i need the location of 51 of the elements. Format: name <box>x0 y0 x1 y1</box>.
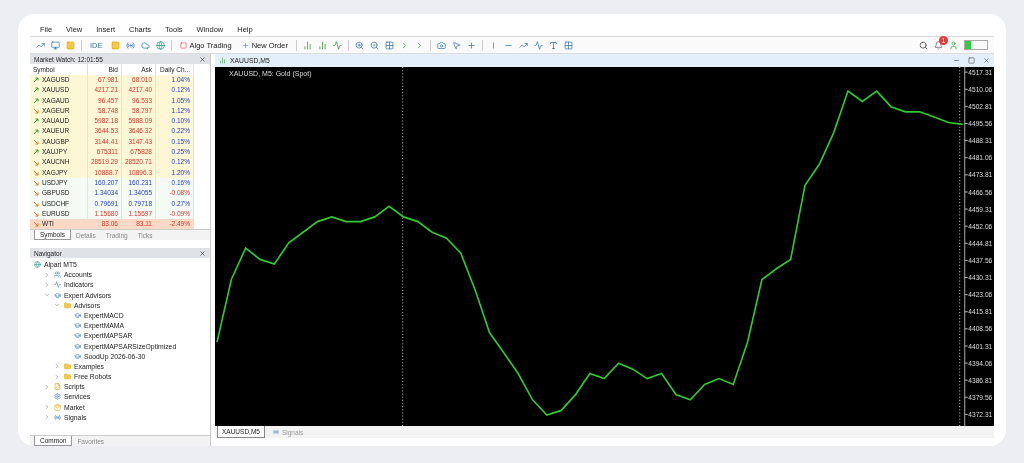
graduation-cap-icon <box>74 352 81 360</box>
file-icon <box>54 383 61 391</box>
graduation-cap-icon <box>74 312 81 319</box>
gear-icon <box>54 393 61 401</box>
close-icon[interactable] <box>199 55 206 63</box>
search-icon[interactable] <box>919 40 928 50</box>
bar-chart-icon[interactable] <box>302 40 312 50</box>
globe-icon[interactable] <box>155 40 165 50</box>
line-chart-icon[interactable] <box>36 40 45 50</box>
users-icon <box>54 271 61 279</box>
text-icon[interactable] <box>548 40 558 50</box>
minimize-icon[interactable] <box>953 57 960 64</box>
expand-icon[interactable] <box>44 404 51 411</box>
close-icon[interactable] <box>983 57 990 64</box>
cursor-icon[interactable] <box>451 40 461 50</box>
collapse-icon[interactable] <box>54 302 61 309</box>
signal-icon[interactable] <box>125 40 135 50</box>
maximize-icon[interactable] <box>968 57 975 64</box>
signal-icon <box>54 413 61 421</box>
graduation-cap-icon <box>74 322 81 330</box>
folder-icon <box>64 362 71 370</box>
bell-icon[interactable] <box>934 40 943 50</box>
monitor-icon[interactable] <box>51 40 60 50</box>
zoom-in-icon[interactable] <box>354 40 364 50</box>
expand-icon[interactable] <box>54 373 61 380</box>
graduation-cap-icon <box>54 291 61 299</box>
user-icon[interactable] <box>949 40 958 50</box>
globe-icon <box>34 261 41 269</box>
pulse-icon <box>54 281 61 289</box>
expand-icon[interactable] <box>54 363 61 370</box>
zoom-out-icon[interactable] <box>369 40 379 50</box>
plus-icon <box>241 41 249 49</box>
graduation-cap-icon <box>74 332 81 340</box>
folder-icon <box>64 301 71 309</box>
signal-icon <box>272 429 279 435</box>
line-chart-icon[interactable] <box>332 40 342 50</box>
grid-icon[interactable] <box>384 40 394 50</box>
expand-icon[interactable] <box>44 271 51 278</box>
close-icon[interactable] <box>199 249 206 257</box>
expand-icon[interactable] <box>44 383 51 390</box>
camera-icon[interactable] <box>436 40 446 50</box>
folder-icon <box>64 373 71 381</box>
cloud-icon[interactable] <box>140 40 150 50</box>
expand-icon[interactable] <box>44 414 51 421</box>
bag-icon <box>54 403 61 411</box>
collapse-icon[interactable] <box>44 292 51 299</box>
connection-bar <box>964 40 988 50</box>
trendline-icon[interactable] <box>518 40 528 50</box>
expand-icon[interactable] <box>44 281 51 288</box>
crosshair-icon[interactable] <box>466 40 476 50</box>
graduation-cap-icon <box>74 342 81 350</box>
